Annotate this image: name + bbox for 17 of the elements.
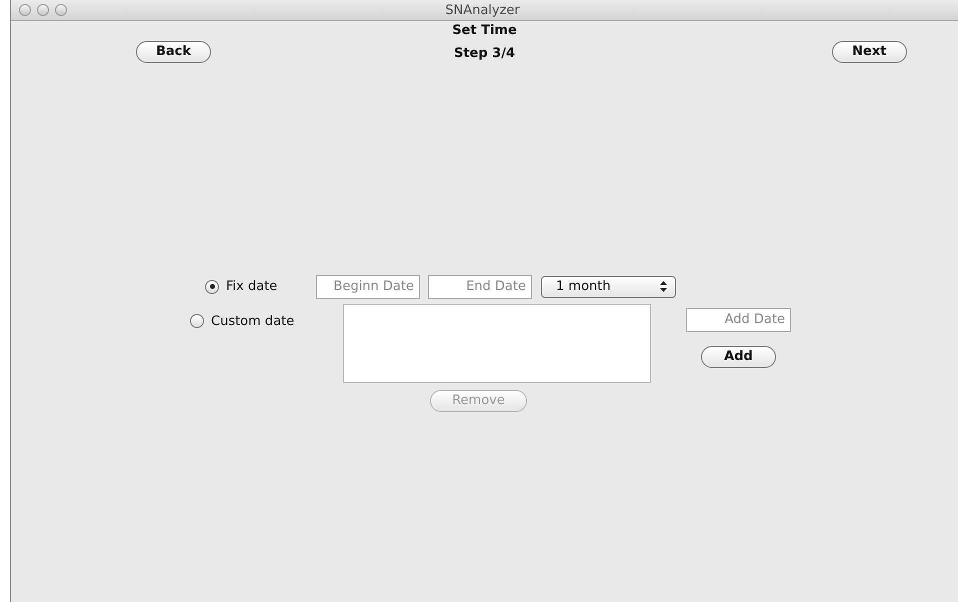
period-dropdown[interactable]: 1 month [541,276,676,298]
page-title: Set Time [452,23,517,38]
window-control-icon[interactable] [55,4,67,16]
add-date-field[interactable]: Add Date [686,308,791,332]
back-button[interactable]: Back [136,40,211,62]
fix-date-radio[interactable]: Fix date [205,279,316,294]
next-button[interactable]: Next [832,40,907,62]
stepper-icon [660,281,667,292]
date-list[interactable] [343,304,651,382]
step-label: Step 3/4 [454,46,516,61]
begin-date-field[interactable]: Beginn Date [316,274,420,298]
window-title: SNAnalyzer [444,2,521,18]
add-button[interactable]: Add [701,346,776,368]
end-date-field[interactable]: End Date [428,274,532,298]
custom-date-radio[interactable]: Custom date [190,314,343,328]
window-control-icon[interactable] [19,4,31,16]
window-control-icon[interactable] [37,4,49,16]
